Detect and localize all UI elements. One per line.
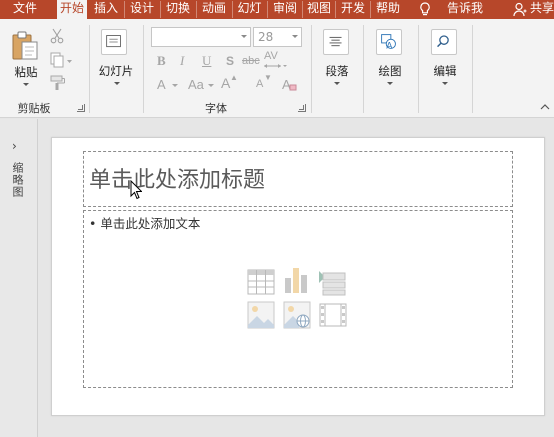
cut-icon[interactable] — [50, 28, 64, 44]
title-placeholder-text[interactable]: 单击此处添加标题 — [89, 162, 265, 194]
font-size-combobox[interactable]: 28 — [253, 27, 302, 47]
text-shadow-button[interactable]: S — [226, 54, 234, 68]
group-separator — [363, 25, 364, 113]
search-icon[interactable] — [431, 29, 457, 55]
drawing-button[interactable]: 绘图 — [371, 63, 409, 79]
group-separator — [311, 25, 312, 113]
shapes-icon[interactable]: A — [376, 29, 402, 55]
clear-formatting-icon[interactable]: A — [281, 76, 297, 92]
chart-icon[interactable] — [283, 266, 311, 294]
chevron-down-icon[interactable] — [241, 35, 247, 38]
format-painter-icon[interactable] — [50, 75, 66, 91]
tab-transitions[interactable]: 切换 — [162, 0, 194, 19]
paste-button[interactable]: 粘贴 — [12, 64, 40, 80]
tab-insert[interactable]: 插入 — [90, 0, 122, 19]
content-placeholder-text[interactable]: • 单击此处添加文本 — [89, 213, 200, 232]
tab-design[interactable]: 设计 — [126, 0, 158, 19]
tab-view[interactable]: 视图 — [304, 0, 334, 19]
paste-icon[interactable] — [11, 31, 39, 61]
paragraph-icon[interactable] — [323, 29, 349, 55]
ribbon-tab-bar: 文件 开始 插入 设计 切换 动画 幻灯 审阅 视图 开发 帮助 告诉我 共享 — [0, 0, 554, 20]
italic-button[interactable]: I — [180, 53, 184, 69]
person-icon[interactable] — [513, 2, 527, 17]
mouse-cursor-icon — [130, 180, 142, 200]
share-button[interactable]: 共享 — [530, 0, 554, 19]
new-slide-icon[interactable] — [101, 29, 127, 55]
tell-me-search[interactable]: 告诉我 — [440, 0, 490, 19]
grow-font-arrow: ▲ — [230, 73, 238, 82]
tab-review[interactable]: 审阅 — [269, 0, 301, 19]
editing-button[interactable]: 编辑 — [426, 63, 464, 79]
paste-dropdown-caret[interactable] — [23, 83, 29, 86]
group-separator — [143, 25, 144, 113]
smartart-icon[interactable] — [318, 269, 346, 297]
collapse-ribbon-icon[interactable] — [540, 103, 550, 111]
font-color-button[interactable]: A — [157, 77, 166, 92]
group-separator — [472, 25, 473, 113]
underline-button[interactable]: U — [202, 53, 211, 69]
font-name-combobox[interactable] — [151, 27, 251, 47]
tab-animations[interactable]: 动画 — [198, 0, 230, 19]
video-icon[interactable] — [319, 301, 347, 329]
picture-icon[interactable] — [247, 301, 275, 329]
drawing-dropdown-caret[interactable] — [387, 82, 393, 85]
strikethrough-button[interactable]: abc — [242, 55, 260, 67]
tab-home[interactable]: 开始 — [57, 0, 87, 20]
editing-dropdown-caret[interactable] — [442, 82, 448, 85]
group-separator — [89, 25, 90, 113]
clipboard-launcher[interactable] — [77, 104, 85, 112]
grow-font-button[interactable]: A — [221, 75, 230, 91]
spacing-arrows-icon — [264, 64, 287, 68]
ribbon-home: 粘贴 剪贴板 幻灯片 28 B I U S abc AV A Aa A ▲ A … — [0, 19, 554, 118]
font-size-value: 28 — [258, 30, 274, 44]
clipboard-group-label: 剪贴板 — [17, 102, 51, 115]
online-picture-icon[interactable] — [283, 301, 311, 329]
chevron-right-icon[interactable]: › — [12, 139, 17, 153]
character-spacing-button[interactable]: AV — [264, 50, 278, 62]
table-icon[interactable] — [247, 269, 275, 297]
change-case-caret[interactable] — [208, 84, 214, 87]
lightbulb-icon[interactable] — [417, 1, 433, 17]
tab-slideshow[interactable]: 幻灯 — [234, 0, 265, 19]
tab-developer[interactable]: 开发 — [337, 0, 369, 19]
thumbnails-pane-label[interactable]: 缩略图 — [9, 162, 25, 198]
content-placeholder[interactable] — [83, 210, 513, 388]
font-launcher[interactable] — [298, 104, 306, 112]
new-slide-button[interactable]: 幻灯片 — [96, 63, 136, 79]
group-separator — [418, 25, 419, 113]
tab-help[interactable]: 帮助 — [372, 0, 404, 19]
tab-file[interactable]: 文件 — [0, 0, 50, 19]
svg-text:A: A — [386, 40, 393, 50]
shrink-font-arrow: ▼ — [264, 73, 272, 82]
paragraph-dropdown-caret[interactable] — [334, 82, 340, 85]
paragraph-button[interactable]: 段落 — [318, 63, 356, 79]
font-group-label: 字体 — [205, 102, 227, 115]
shrink-font-button[interactable]: A — [256, 78, 263, 90]
new-slide-dropdown-caret[interactable] — [114, 82, 120, 85]
font-color-caret[interactable] — [172, 84, 178, 87]
chevron-down-icon[interactable] — [292, 35, 298, 38]
bold-button[interactable]: B — [157, 53, 166, 69]
copy-icon[interactable] — [50, 52, 72, 68]
change-case-button[interactable]: Aa — [188, 77, 204, 92]
